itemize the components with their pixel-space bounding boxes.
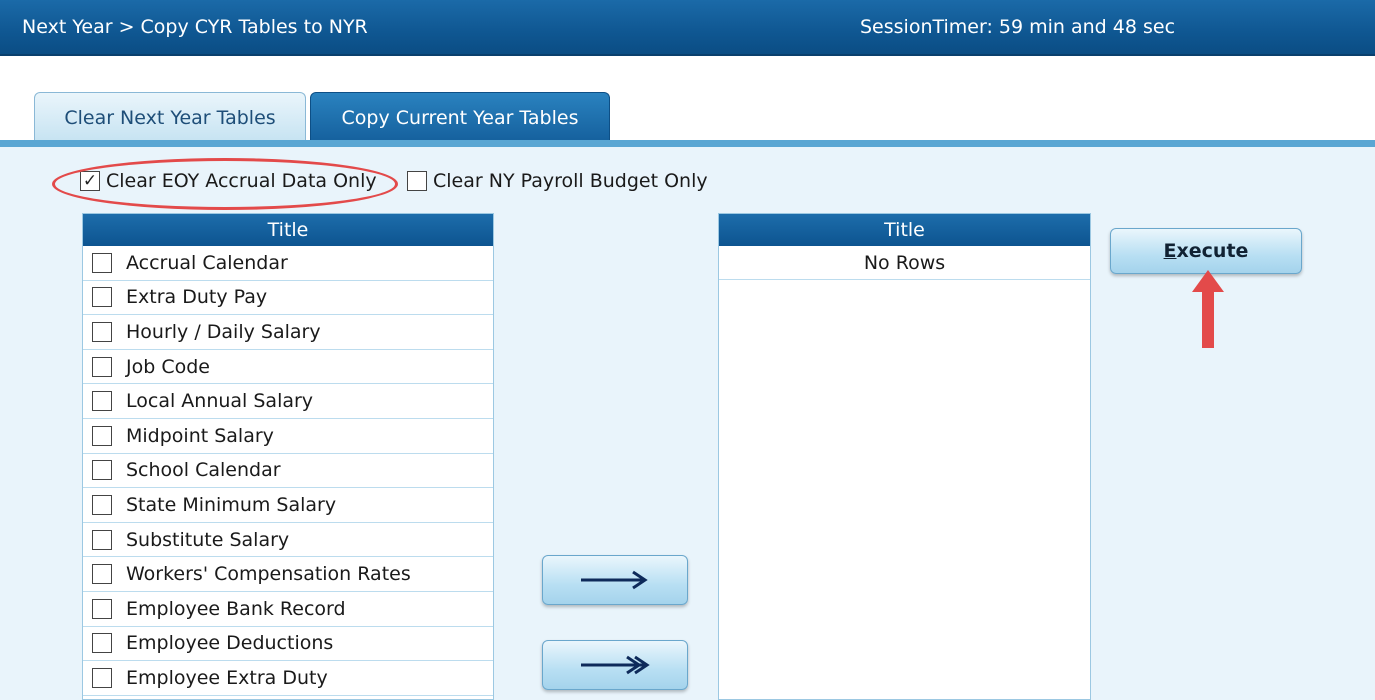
checkbox-icon[interactable]	[407, 171, 427, 191]
row-title: Extra Duty Pay	[126, 286, 268, 309]
row-title: Workers' Compensation Rates	[126, 563, 411, 586]
checkbox-icon[interactable]	[92, 321, 112, 342]
double-arrow-right-icon	[581, 655, 650, 675]
checkbox-icon[interactable]	[92, 425, 112, 446]
tab-strip-rule	[0, 140, 1375, 147]
table-row[interactable]: Midpoint Salary	[83, 419, 493, 454]
table-row[interactable]: Employee Extra Duty	[83, 661, 493, 696]
checkbox-icon[interactable]	[92, 529, 112, 550]
checkbox-checked-icon[interactable]: ✓	[80, 171, 100, 191]
row-title: Employee Bank Record	[126, 597, 346, 620]
checkbox-icon[interactable]	[92, 633, 112, 654]
tab-label: Copy Current Year Tables	[341, 106, 579, 129]
table-row[interactable]: State Minimum Salary	[83, 488, 493, 523]
checkbox-icon[interactable]	[92, 564, 112, 585]
row-title: State Minimum Salary	[126, 493, 337, 516]
row-title: Hourly / Daily Salary	[126, 320, 321, 343]
table-row[interactable]: School Calendar	[83, 454, 493, 489]
checkbox-icon[interactable]	[92, 252, 112, 273]
tab-copy-current-year-tables[interactable]: Copy Current Year Tables	[310, 92, 610, 142]
checkbox-icon[interactable]	[92, 356, 112, 377]
checkbox-icon[interactable]	[92, 287, 112, 308]
session-timer: SessionTimer: 59 min and 48 sec	[860, 16, 1176, 38]
checkbox-icon[interactable]	[92, 598, 112, 619]
checkbox-icon[interactable]	[92, 460, 112, 481]
annotation-arrow-up-icon	[1192, 270, 1224, 348]
move-selected-button[interactable]	[542, 555, 688, 605]
breadcrumb: Next Year > Copy CYR Tables to NYR	[22, 16, 368, 38]
clear-eoy-accrual-checkbox[interactable]: ✓ Clear EOY Accrual Data Only	[80, 166, 377, 196]
table-row[interactable]: Employee Deductions	[83, 627, 493, 662]
checkbox-icon[interactable]	[92, 667, 112, 688]
table-row[interactable]: Local Annual Salary	[83, 384, 493, 419]
table-row[interactable]: Hourly / Daily Salary	[83, 315, 493, 350]
available-tables-grid: Title Accrual Calendar Extra Duty Pay Ho…	[82, 213, 494, 700]
table-row[interactable]: Substitute Salary	[83, 523, 493, 558]
row-title: School Calendar	[126, 459, 281, 482]
execute-hotkey-letter: E	[1163, 240, 1177, 262]
column-header-label: Title	[267, 219, 309, 241]
row-title: Midpoint Salary	[126, 424, 274, 447]
empty-grid-message: No Rows	[719, 246, 1090, 280]
row-title: Employee Deductions	[126, 632, 334, 655]
row-title: Substitute Salary	[126, 528, 290, 551]
table-row[interactable]: Employee Bank Record	[83, 592, 493, 627]
column-header-label: Title	[884, 219, 925, 241]
column-header-title[interactable]: Title	[719, 214, 1090, 246]
column-header-title[interactable]: Title	[83, 214, 493, 246]
tab-clear-next-year-tables[interactable]: Clear Next Year Tables	[34, 92, 306, 142]
arrow-right-icon	[581, 570, 648, 590]
table-row[interactable]: Accrual Calendar	[83, 246, 493, 281]
row-title: Accrual Calendar	[126, 251, 288, 274]
row-title: Employee Extra Duty	[126, 666, 328, 689]
title-bar: Next Year > Copy CYR Tables to NYR Sessi…	[0, 0, 1375, 56]
table-row[interactable]: Job Code	[83, 350, 493, 385]
row-title: Local Annual Salary	[126, 390, 314, 413]
clear-eoy-label: Clear EOY Accrual Data Only	[106, 170, 377, 192]
table-row[interactable]: Workers' Compensation Rates	[83, 557, 493, 592]
clear-ny-payroll-label: Clear NY Payroll Budget Only	[433, 170, 708, 192]
execute-label-rest: xecute	[1176, 240, 1249, 262]
row-title: Job Code	[126, 355, 210, 378]
table-row[interactable]: Extra Duty Pay	[83, 281, 493, 316]
clear-ny-payroll-checkbox[interactable]: Clear NY Payroll Budget Only	[407, 166, 708, 196]
selected-tables-grid: Title No Rows	[718, 213, 1091, 700]
checkbox-icon[interactable]	[92, 391, 112, 412]
tab-label: Clear Next Year Tables	[64, 106, 276, 129]
move-all-button[interactable]	[542, 640, 688, 690]
checkbox-icon[interactable]	[92, 494, 112, 515]
